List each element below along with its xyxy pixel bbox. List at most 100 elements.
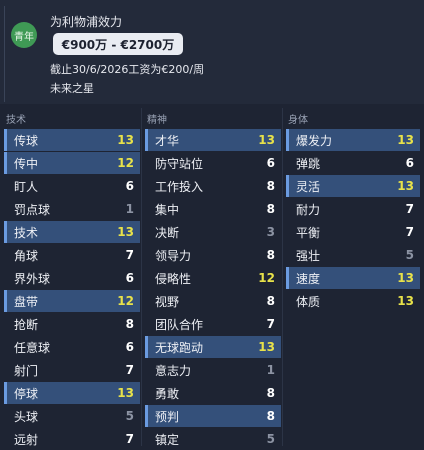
attribute-row[interactable]: 耐力 7 (286, 198, 420, 220)
attribute-row[interactable]: 停球 13 (4, 382, 140, 404)
attribute-label: 速度 (296, 271, 321, 286)
attribute-row[interactable]: 才华 13 (145, 129, 281, 151)
attribute-label: 技术 (14, 225, 39, 240)
attribute-value: 8 (266, 294, 275, 308)
attribute-value: 6 (125, 340, 134, 354)
attribute-row[interactable]: 爆发力 13 (286, 129, 420, 151)
attribute-label: 平衡 (296, 225, 321, 240)
attribute-label: 盯人 (14, 179, 39, 194)
attribute-value: 12 (258, 271, 275, 285)
attribute-label: 防守站位 (155, 156, 204, 171)
attribute-row[interactable]: 抢断 8 (4, 313, 140, 335)
attribute-row[interactable]: 角球 7 (4, 244, 140, 266)
attribute-row[interactable]: 工作投入 8 (145, 175, 281, 197)
attribute-label: 抢断 (14, 317, 39, 332)
column-title: 技术 (6, 115, 26, 126)
attribute-row[interactable]: 防守站位 6 (145, 152, 281, 174)
attribute-value: 12 (117, 156, 134, 170)
attribute-row[interactable]: 盯人 6 (4, 175, 140, 197)
attribute-label: 罚点球 (14, 202, 51, 217)
attribute-value: 8 (266, 202, 275, 216)
attribute-label: 停球 (14, 386, 39, 401)
attribute-row[interactable]: 远射 7 (4, 428, 140, 450)
attribute-label: 意志力 (155, 363, 192, 378)
club-status: 为利物浦效力 (50, 15, 123, 29)
attribute-row[interactable]: 领导力 8 (145, 244, 281, 266)
column-divider (282, 108, 283, 446)
attribute-row[interactable]: 无球跑动 13 (145, 336, 281, 358)
attribute-value: 7 (266, 317, 275, 331)
transfer-value[interactable]: €900万 - €2700万 (53, 33, 183, 55)
attribute-label: 视野 (155, 294, 180, 309)
attribute-label: 爆发力 (296, 133, 333, 148)
attribute-label: 射门 (14, 363, 39, 378)
attribute-value: 7 (405, 202, 414, 216)
attribute-row[interactable]: 罚点球 1 (4, 198, 140, 220)
attribute-value: 6 (125, 179, 134, 193)
attribute-row[interactable]: 意志力 1 (145, 359, 281, 381)
attribute-value: 8 (266, 386, 275, 400)
attribute-label: 镇定 (155, 432, 180, 447)
attribute-value: 13 (397, 294, 414, 308)
attribute-value: 13 (397, 133, 414, 147)
attribute-label: 耐力 (296, 202, 321, 217)
attribute-label: 弹跳 (296, 156, 321, 171)
attribute-row[interactable]: 速度 13 (286, 267, 420, 289)
attribute-value: 13 (397, 179, 414, 193)
attribute-label: 角球 (14, 248, 39, 263)
attribute-label: 侵略性 (155, 271, 192, 286)
attribute-row[interactable]: 勇敢 8 (145, 382, 281, 404)
attribute-value: 5 (125, 409, 134, 423)
attribute-value: 7 (405, 225, 414, 239)
attribute-label: 领导力 (155, 248, 192, 263)
attribute-row[interactable]: 体质 13 (286, 290, 420, 312)
attribute-row[interactable]: 传球 13 (4, 129, 140, 151)
attribute-row[interactable]: 头球 5 (4, 405, 140, 427)
column-divider (141, 108, 142, 446)
attribute-label: 传中 (14, 156, 39, 171)
attribute-row[interactable]: 镇定 5 (145, 428, 281, 450)
attribute-row[interactable]: 盘带 12 (4, 290, 140, 312)
attribute-row[interactable]: 团队合作 7 (145, 313, 281, 335)
attribute-label: 预判 (155, 409, 180, 424)
player-tag: 未来之星 (50, 82, 94, 95)
attribute-value: 1 (125, 202, 134, 216)
attribute-row[interactable]: 平衡 7 (286, 221, 420, 243)
column-title: 精神 (147, 115, 167, 126)
physical-column: 身体 爆发力 13 弹跳 6 灵活 13 耐力 7 平衡 7 强壮 5 速度 13 体质 13 (286, 106, 420, 312)
attribute-row[interactable]: 弹跳 6 (286, 152, 420, 174)
attribute-label: 传球 (14, 133, 39, 148)
attribute-label: 远射 (14, 432, 39, 447)
attribute-row[interactable]: 侵略性 12 (145, 267, 281, 289)
attribute-label: 勇敢 (155, 386, 180, 401)
attribute-row[interactable]: 预判 8 (145, 405, 281, 427)
attribute-value: 1 (266, 363, 275, 377)
attribute-row[interactable]: 灵活 13 (286, 175, 420, 197)
technical-column: 技术 传球 13 传中 12 盯人 6 罚点球 1 技术 13 角球 7 界外球 6 盘带 12 抢断 8 任意球 6… (4, 106, 140, 450)
attribute-label: 灵活 (296, 179, 321, 194)
attribute-row[interactable]: 集中 8 (145, 198, 281, 220)
attribute-value: 8 (266, 409, 275, 423)
attribute-label: 才华 (155, 133, 180, 148)
attribute-row[interactable]: 任意球 6 (4, 336, 140, 358)
attribute-value: 13 (258, 340, 275, 354)
header-divider (4, 6, 5, 102)
attribute-row[interactable]: 强壮 5 (286, 244, 420, 266)
attribute-row[interactable]: 视野 8 (145, 290, 281, 312)
contract-info: 截止30/6/2026工资为€200/周 (50, 63, 205, 76)
attribute-row[interactable]: 决断 3 (145, 221, 281, 243)
attribute-label: 团队合作 (155, 317, 204, 332)
attribute-value: 12 (117, 294, 134, 308)
attribute-label: 界外球 (14, 271, 51, 286)
attribute-value: 7 (125, 432, 134, 446)
attribute-row[interactable]: 射门 7 (4, 359, 140, 381)
attribute-row[interactable]: 技术 13 (4, 221, 140, 243)
attribute-value: 6 (405, 156, 414, 170)
attribute-label: 任意球 (14, 340, 51, 355)
attribute-value: 8 (266, 248, 275, 262)
youth-badge: 青年 (11, 22, 37, 48)
attribute-value: 13 (397, 271, 414, 285)
attribute-row[interactable]: 界外球 6 (4, 267, 140, 289)
attribute-value: 5 (266, 432, 275, 446)
attribute-row[interactable]: 传中 12 (4, 152, 140, 174)
